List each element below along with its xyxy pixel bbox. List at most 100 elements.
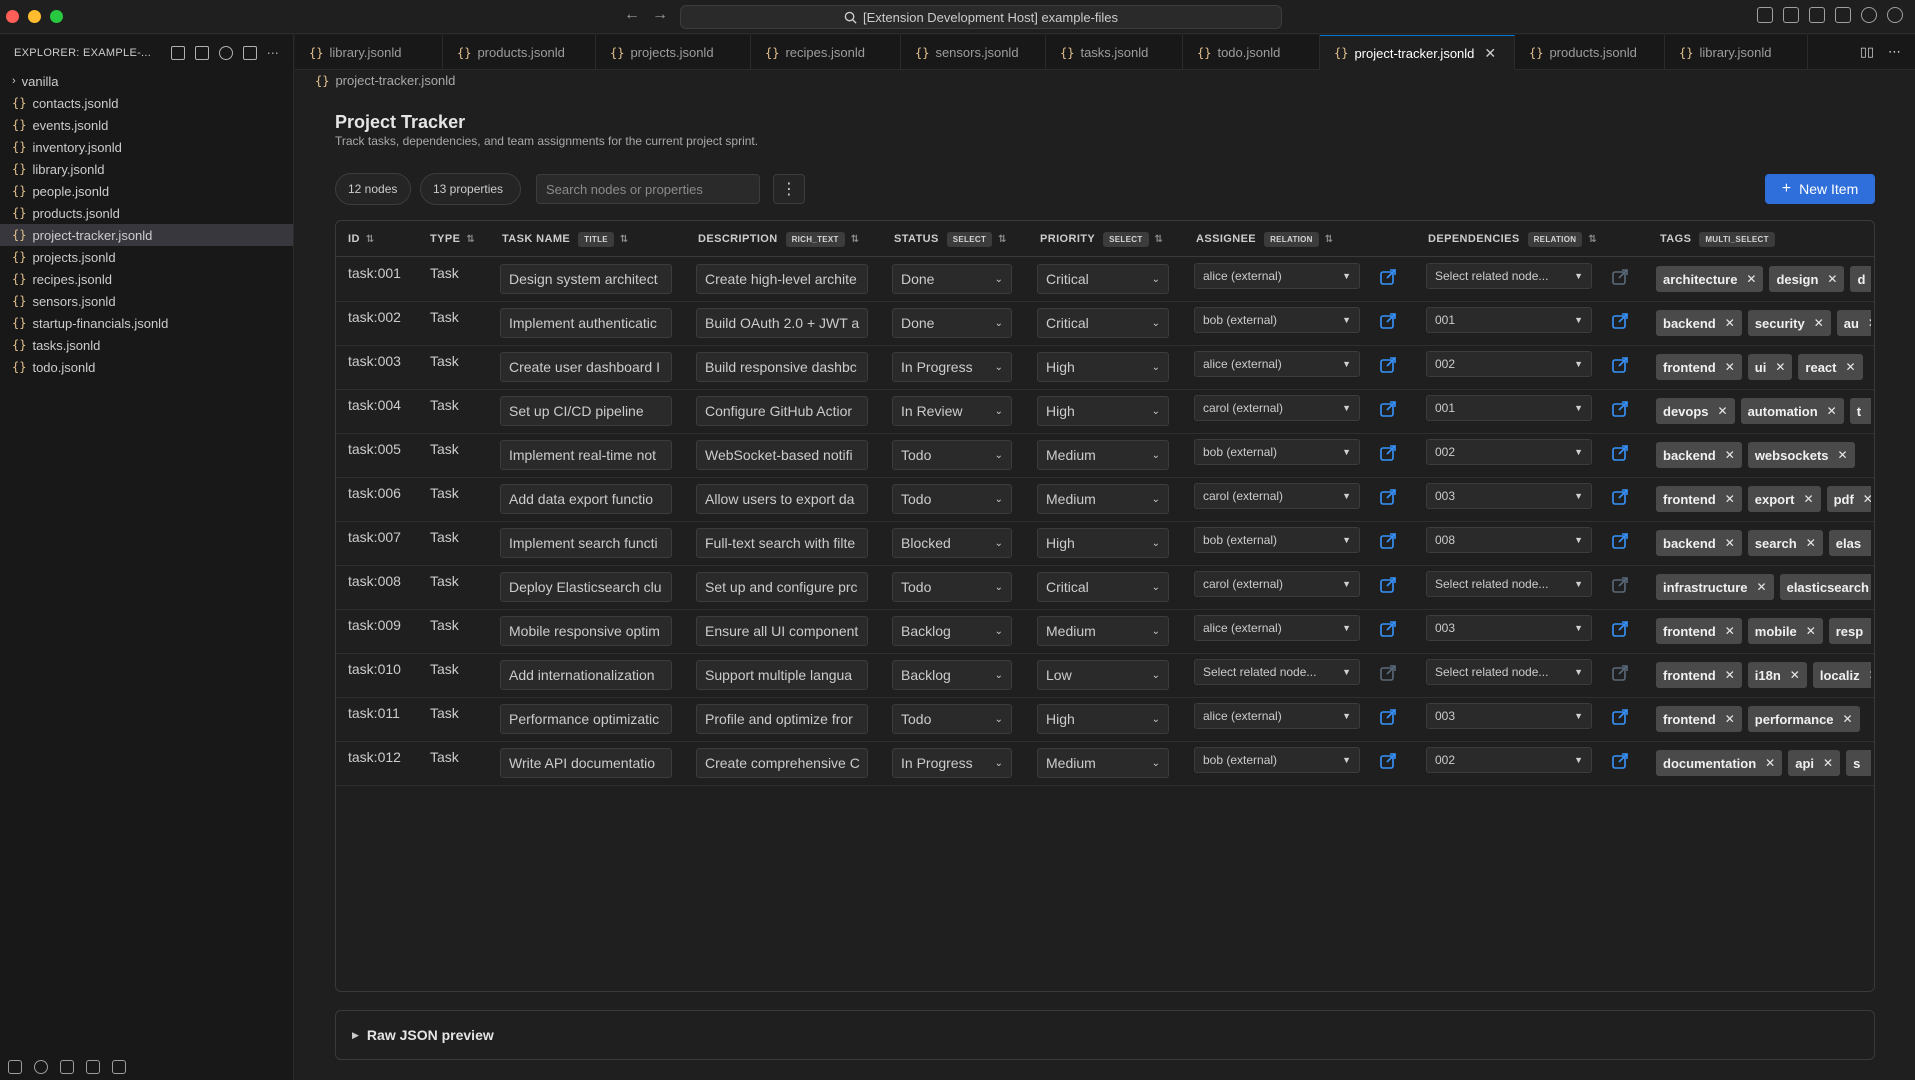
file-item[interactable]: {} todo.jsonld xyxy=(0,356,293,378)
remove-tag-icon[interactable]: ✕ xyxy=(1869,668,1871,682)
remove-tag-icon[interactable]: ✕ xyxy=(1775,360,1785,374)
file-item[interactable]: {} sensors.jsonld xyxy=(0,290,293,312)
gear-icon[interactable] xyxy=(1887,7,1903,23)
remove-tag-icon[interactable]: ✕ xyxy=(1757,580,1767,594)
dependencies-select[interactable]: Select related node... ▼ xyxy=(1426,659,1592,685)
tag-chip[interactable]: frontend ✕ xyxy=(1656,618,1742,644)
open-link-icon[interactable] xyxy=(1379,620,1397,638)
tag-chip[interactable]: resp✕ xyxy=(1828,618,1871,644)
tag-chip[interactable]: security ✕ xyxy=(1747,310,1831,336)
search-input[interactable] xyxy=(536,174,760,204)
remove-tag-icon[interactable]: ✕ xyxy=(1790,668,1800,682)
dependencies-select[interactable]: 001 ▼ xyxy=(1426,395,1592,421)
tab-library[interactable]: {} library.jsonld xyxy=(1665,35,1808,70)
description-input[interactable]: Support multiple langua xyxy=(696,660,868,690)
assignee-select[interactable]: carol (external) ▼ xyxy=(1194,483,1360,509)
tags-cell[interactable]: frontend ✕ ui ✕ react ✕ xyxy=(1656,354,1871,380)
more-options-button[interactable]: ⋮ xyxy=(773,174,805,204)
tags-cell[interactable]: backend ✕ websockets ✕ xyxy=(1656,442,1871,468)
search-view-icon[interactable] xyxy=(34,1060,48,1074)
dependencies-select[interactable]: 002 ▼ xyxy=(1426,439,1592,465)
remove-tag-icon[interactable]: ✕ xyxy=(1838,448,1848,462)
more-actions-icon[interactable]: ⋯ xyxy=(267,46,279,60)
tags-cell[interactable]: infrastructure✕elasticsearch✕ xyxy=(1656,574,1871,600)
priority-select[interactable]: High ⌄ xyxy=(1037,396,1169,426)
status-select[interactable]: In Progress ⌄ xyxy=(892,748,1012,778)
priority-select[interactable]: High ⌄ xyxy=(1037,528,1169,558)
file-item[interactable]: {} inventory.jsonld xyxy=(0,136,293,158)
status-select[interactable]: Backlog ⌄ xyxy=(892,616,1012,646)
command-center-search[interactable]: [Extension Development Host] example-fil… xyxy=(680,5,1282,29)
assignee-select[interactable]: bob (external) ▼ xyxy=(1194,439,1360,465)
status-select[interactable]: Done ⌄ xyxy=(892,308,1012,338)
tag-chip[interactable]: search ✕ xyxy=(1747,530,1823,556)
description-input[interactable]: Configure GitHub Actior xyxy=(696,396,868,426)
minimize-window-button[interactable] xyxy=(28,10,41,23)
open-link-icon[interactable] xyxy=(1611,488,1629,506)
remove-tag-icon[interactable]: ✕ xyxy=(1870,536,1871,550)
description-input[interactable]: Full-text search with filte xyxy=(696,528,868,558)
description-input[interactable]: Build OAuth 2.0 + JWT a xyxy=(696,308,868,338)
split-editor-icon[interactable]: ▯▯ xyxy=(1860,44,1874,60)
task-name-input[interactable]: Add data export functio xyxy=(500,484,672,514)
tag-chip[interactable]: ui ✕ xyxy=(1747,354,1793,380)
remove-tag-icon[interactable]: ✕ xyxy=(1806,624,1816,638)
tags-cell[interactable]: frontend✕mobile✕resp✕ xyxy=(1656,618,1871,644)
remove-tag-icon[interactable]: ✕ xyxy=(1725,536,1735,550)
remove-tag-icon[interactable]: ✕ xyxy=(1746,272,1756,286)
open-link-icon[interactable] xyxy=(1611,576,1629,594)
open-link-icon[interactable] xyxy=(1379,488,1397,506)
tag-chip[interactable]: performance ✕ xyxy=(1747,706,1860,732)
priority-select[interactable]: Low ⌄ xyxy=(1037,660,1169,690)
open-link-icon[interactable] xyxy=(1379,268,1397,286)
assignee-select[interactable]: Select related node... ▼ xyxy=(1194,659,1360,685)
status-select[interactable]: In Review ⌄ xyxy=(892,396,1012,426)
task-name-input[interactable]: Implement real-time not xyxy=(500,440,672,470)
assignee-select[interactable]: bob (external) ▼ xyxy=(1194,307,1360,333)
open-link-icon[interactable] xyxy=(1379,312,1397,330)
remove-tag-icon[interactable]: ✕ xyxy=(1843,712,1853,726)
customize-layout-icon[interactable] xyxy=(1757,7,1773,23)
open-link-icon[interactable] xyxy=(1611,444,1629,462)
task-name-input[interactable]: Performance optimizatic xyxy=(500,704,672,734)
tab-products[interactable]: {} products.jsonld xyxy=(443,35,596,70)
source-control-icon[interactable] xyxy=(86,1060,100,1074)
description-input[interactable]: Create high-level archite xyxy=(696,264,868,294)
remove-tag-icon[interactable]: ✕ xyxy=(1827,272,1837,286)
tag-chip[interactable]: mobile ✕ xyxy=(1747,618,1823,644)
task-name-input[interactable]: Implement search functi xyxy=(500,528,672,558)
assignee-select[interactable]: carol (external) ▼ xyxy=(1194,395,1360,421)
assignee-select[interactable]: bob (external) ▼ xyxy=(1194,747,1360,773)
close-window-button[interactable] xyxy=(6,10,19,23)
tag-chip[interactable]: au✕ xyxy=(1836,310,1871,336)
tag-chip[interactable]: frontend ✕ xyxy=(1656,706,1742,732)
tag-chip[interactable]: s✕ xyxy=(1846,750,1871,776)
description-input[interactable]: Profile and optimize fror xyxy=(696,704,868,734)
toggle-primary-sidebar-icon[interactable] xyxy=(1783,7,1799,23)
toggle-secondary-sidebar-icon[interactable] xyxy=(1835,7,1851,23)
raw-json-preview-toggle[interactable]: ▶ Raw JSON preview xyxy=(335,1010,1875,1060)
dependencies-select[interactable]: Select related node... ▼ xyxy=(1426,571,1592,597)
assignee-select[interactable]: carol (external) ▼ xyxy=(1194,571,1360,597)
tags-cell[interactable]: frontend ✕ performance ✕ xyxy=(1656,706,1871,732)
remove-tag-icon[interactable]: ✕ xyxy=(1827,404,1837,418)
remove-tag-icon[interactable]: ✕ xyxy=(1725,712,1735,726)
open-link-icon[interactable] xyxy=(1611,400,1629,418)
dependencies-select[interactable]: 003 ▼ xyxy=(1426,615,1592,641)
maximize-window-button[interactable] xyxy=(50,10,63,23)
task-name-input[interactable]: Add internationalization xyxy=(500,660,672,690)
tab-sensors[interactable]: {} sensors.jsonld xyxy=(901,35,1046,70)
tags-cell[interactable]: devops✕automation✕t✕ xyxy=(1656,398,1871,424)
column-tags[interactable]: TAGS MULTI_SELECT xyxy=(1660,221,1775,257)
more-actions-icon[interactable]: ⋯ xyxy=(1888,44,1901,60)
open-link-icon[interactable] xyxy=(1611,268,1629,286)
description-input[interactable]: WebSocket-based notifi xyxy=(696,440,868,470)
assignee-select[interactable]: alice (external) ▼ xyxy=(1194,263,1360,289)
tag-chip[interactable]: elasticsearch✕ xyxy=(1779,574,1871,600)
remove-tag-icon[interactable]: ✕ xyxy=(1725,360,1735,374)
close-icon[interactable]: ✕ xyxy=(1484,45,1496,62)
open-link-icon[interactable] xyxy=(1611,620,1629,638)
task-name-input[interactable]: Create user dashboard I xyxy=(500,352,672,382)
tags-cell[interactable]: documentation✕api✕s✕ xyxy=(1656,750,1871,776)
assignee-select[interactable]: alice (external) ▼ xyxy=(1194,703,1360,729)
